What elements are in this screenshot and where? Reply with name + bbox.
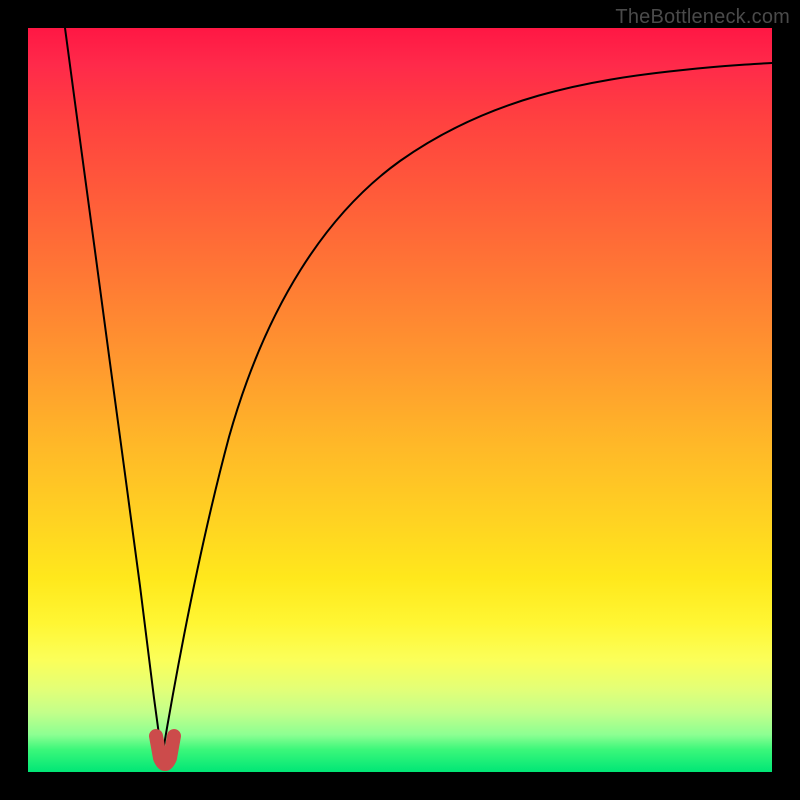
watermark: TheBottleneck.com: [615, 6, 790, 29]
curve-left-branch: [65, 28, 162, 757]
curve-layer: [28, 28, 772, 772]
curve-right-branch: [162, 63, 772, 757]
chart-frame: TheBottleneck.com: [0, 0, 800, 800]
plot-area: [28, 28, 772, 772]
